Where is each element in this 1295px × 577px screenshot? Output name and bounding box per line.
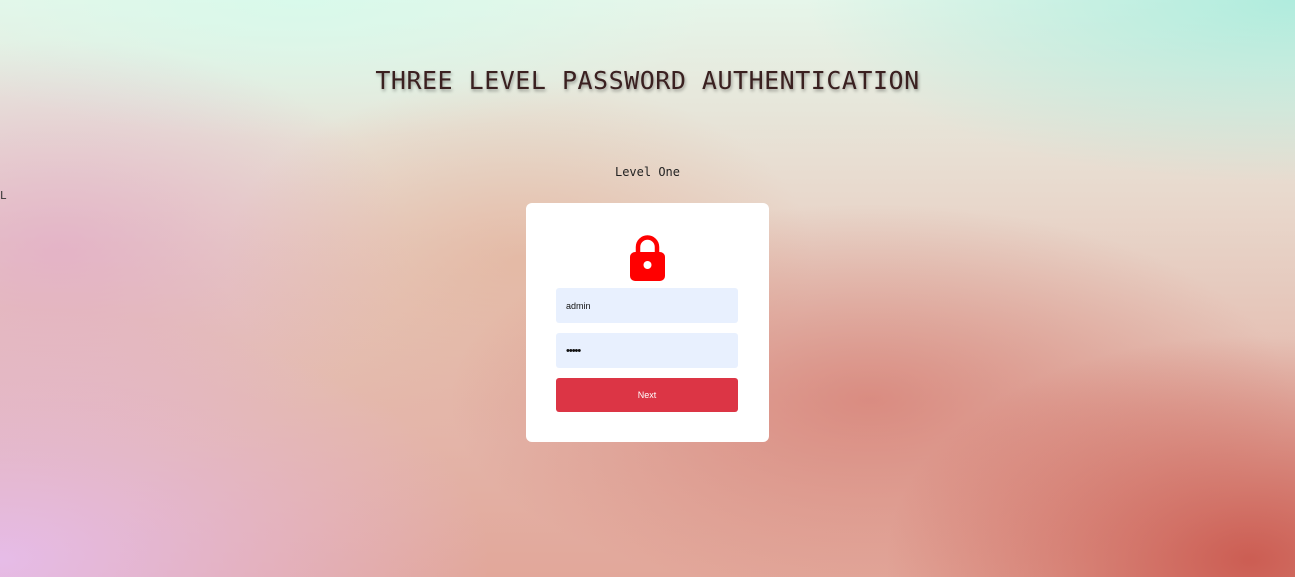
password-field[interactable] bbox=[556, 333, 738, 368]
stray-text: L bbox=[0, 189, 7, 202]
username-field[interactable] bbox=[556, 288, 738, 323]
next-button[interactable]: Next bbox=[556, 378, 738, 412]
level-label: Level One bbox=[614, 165, 681, 179]
lock-icon bbox=[630, 235, 665, 281]
login-card: Next bbox=[526, 203, 769, 442]
page-title: THREE LEVEL PASSWORD AUTHENTICATION bbox=[375, 66, 920, 95]
